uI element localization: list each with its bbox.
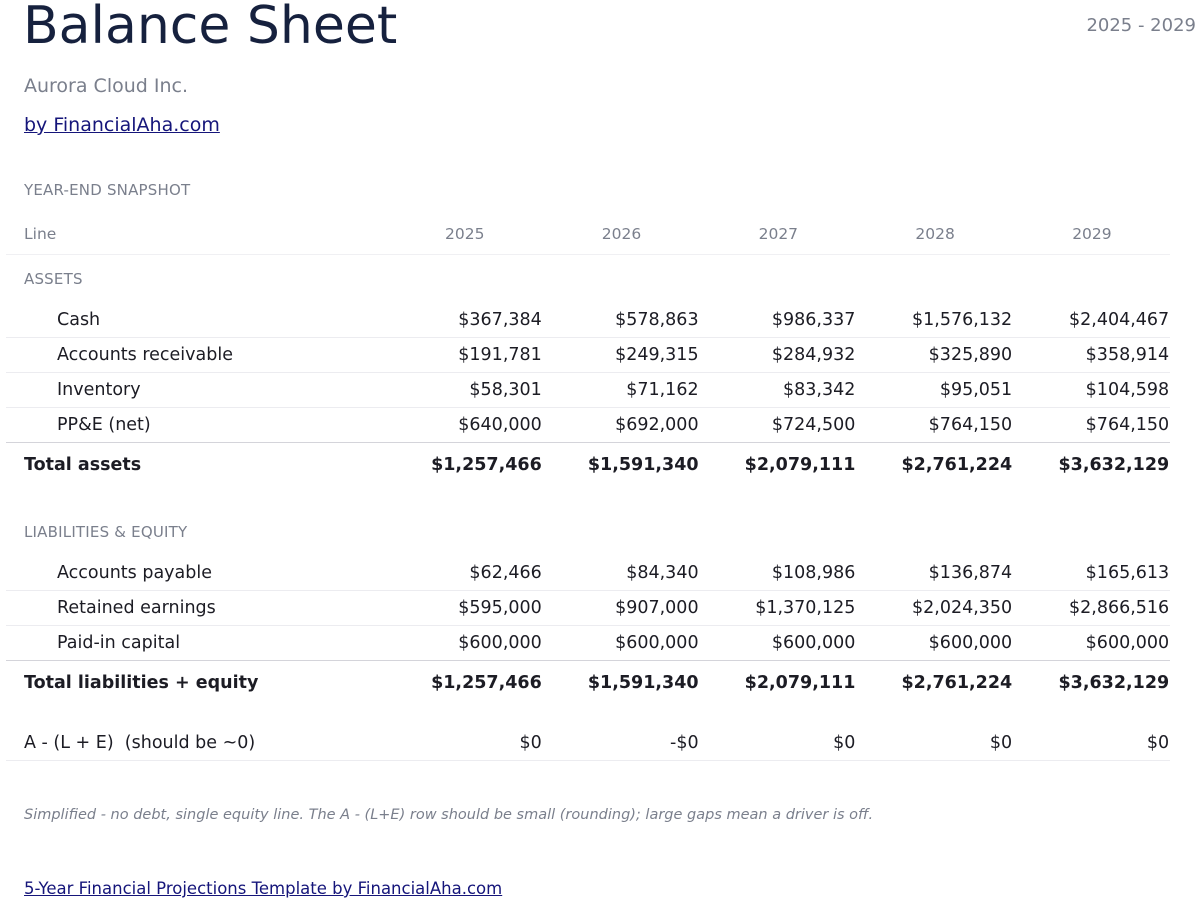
page-title: Balance Sheet [23, 0, 398, 56]
cell-value: $358,914 [1085, 345, 1170, 365]
cell-value: $1,576,132 [911, 310, 1013, 330]
cell-value: $2,079,111 [744, 672, 856, 693]
cell-value: $367,384 [458, 310, 542, 330]
cell-value: $1,591,340 [587, 454, 699, 475]
cell-value: $1,257,466 [431, 454, 542, 475]
cell-value: $165,613 [1085, 563, 1170, 583]
row-label: Accounts receivable [57, 345, 233, 365]
cell-value: $0 [833, 733, 856, 753]
cell-value: $0 [1146, 733, 1170, 753]
year-range: 2025 - 2029 [1086, 15, 1196, 36]
table-row: Inventory $58,301 $71,162 $83,342 $95,05… [6, 373, 1170, 408]
table-header-row: Line 2025 2026 2027 2028 2029 [6, 214, 1170, 255]
column-header-2028: 2028 [915, 225, 955, 243]
cell-value: $1,370,125 [755, 598, 856, 618]
column-header-line: Line [24, 225, 57, 243]
cell-value: -$0 [670, 733, 699, 753]
cell-value: $2,024,350 [911, 598, 1013, 618]
row-label: PP&E (net) [57, 414, 151, 435]
cell-value: $2,761,224 [901, 672, 1013, 693]
snapshot-section-label: YEAR-END SNAPSHOT [24, 181, 191, 199]
cell-value: $578,863 [615, 310, 699, 330]
cell-value: $1,257,466 [431, 672, 542, 693]
row-label: Inventory [57, 380, 141, 400]
row-label: Retained earnings [57, 598, 216, 618]
cell-value: $764,150 [928, 414, 1013, 435]
row-label: Accounts payable [57, 563, 212, 583]
cell-value: $104,598 [1085, 380, 1170, 400]
cell-value: $600,000 [771, 632, 856, 653]
assets-section-label: ASSETS [24, 270, 83, 288]
cell-value: $62,466 [469, 563, 542, 583]
cell-value: $136,874 [928, 563, 1013, 583]
cell-value: $1,591,340 [587, 672, 699, 693]
column-header-2029: 2029 [1072, 225, 1112, 243]
company-name: Aurora Cloud Inc. [24, 75, 188, 97]
row-label: Cash [57, 310, 101, 330]
column-header-2027: 2027 [758, 225, 799, 243]
cell-value: $0 [989, 733, 1013, 753]
cell-value: $2,866,516 [1068, 598, 1170, 618]
cell-value: $2,079,111 [744, 454, 856, 475]
table-row: Accounts payable $62,466 $84,340 $108,98… [6, 556, 1170, 591]
table-row: Retained earnings $595,000 $907,000 $1,3… [6, 591, 1170, 626]
template-footer-link[interactable]: 5-Year Financial Projections Template by… [24, 879, 502, 898]
cell-value: $0 [519, 733, 542, 753]
cell-value: $191,781 [458, 345, 542, 365]
cell-value: $3,632,129 [1058, 454, 1170, 475]
row-label: Total assets [24, 454, 142, 475]
cell-value: $84,340 [626, 563, 699, 583]
cell-value: $724,500 [771, 414, 856, 435]
table-row: Accounts receivable $191,781 $249,315 $2… [6, 338, 1170, 373]
row-label: A - (L + E) (should be ~0) [24, 733, 256, 753]
cell-value: $95,051 [939, 380, 1013, 400]
cell-value: $986,337 [771, 310, 856, 330]
cell-value: $58,301 [469, 380, 542, 400]
row-label: Paid-in capital [57, 632, 181, 653]
cell-value: $2,761,224 [901, 454, 1013, 475]
cell-value: $692,000 [615, 414, 699, 435]
table-row: PP&E (net) $640,000 $692,000 $724,500 $7… [6, 407, 1170, 442]
cell-value: $108,986 [771, 563, 856, 583]
cell-value: $600,000 [1085, 632, 1170, 653]
cell-value: $600,000 [458, 632, 542, 653]
byline-link[interactable]: by FinancialAha.com [24, 114, 220, 136]
liabilities-equity-section-label: LIABILITIES & EQUITY [24, 523, 188, 541]
column-header-2026: 2026 [601, 225, 642, 243]
table-row: Paid-in capital $600,000 $600,000 $600,0… [6, 625, 1170, 660]
cell-value: $71,162 [626, 380, 699, 400]
cell-value: $595,000 [458, 598, 542, 618]
cell-value: $83,342 [783, 380, 856, 400]
row-label: Total liabilities + equity [24, 672, 259, 693]
balance-check-row: A - (L + E) (should be ~0) $0 -$0 $0 $0 … [6, 726, 1170, 761]
footnote: Simplified - no debt, single equity line… [24, 807, 874, 823]
cell-value: $284,932 [771, 345, 856, 365]
cell-value: $600,000 [615, 632, 699, 653]
cell-value: $2,404,467 [1068, 310, 1170, 330]
cell-value: $249,315 [615, 345, 699, 365]
cell-value: $907,000 [615, 598, 699, 618]
cell-value: $764,150 [1085, 414, 1170, 435]
total-assets-row: Total assets $1,257,466 $1,591,340 $2,07… [6, 442, 1170, 486]
cell-value: $640,000 [458, 414, 542, 435]
cell-value: $325,890 [928, 345, 1013, 365]
cell-value: $600,000 [928, 632, 1013, 653]
column-header-2025: 2025 [445, 225, 485, 243]
cell-value: $3,632,129 [1058, 672, 1170, 693]
table-row: Cash $367,384 $578,863 $986,337 $1,576,1… [6, 303, 1170, 338]
total-liabilities-equity-row: Total liabilities + equity $1,257,466 $1… [6, 660, 1170, 704]
